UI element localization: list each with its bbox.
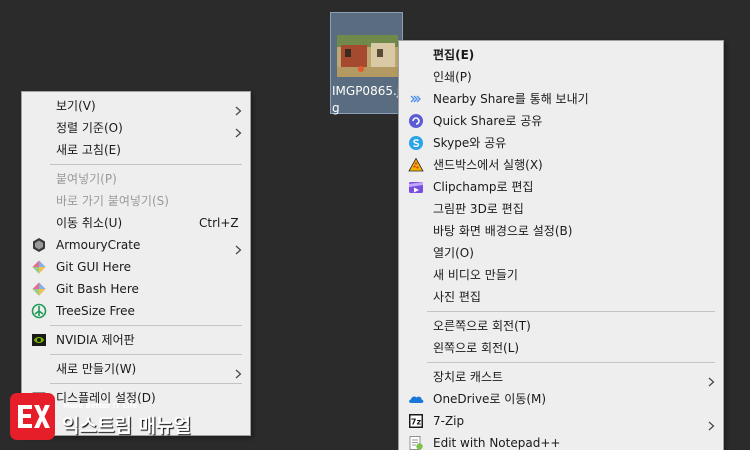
- notepadpp-icon: [408, 435, 424, 450]
- menu-item-label: 이동 취소(U): [56, 216, 123, 230]
- menu-item-label: 장치로 캐스트: [433, 370, 504, 384]
- menu-item-clipchamp로-편집[interactable]: Clipchamp로 편집: [399, 176, 723, 198]
- menu-item-label: OneDrive로 이동(M): [433, 392, 547, 406]
- menu-item-nvidia-제어판[interactable]: NVIDIA 제어판: [22, 329, 250, 351]
- chevron-right-icon: [235, 101, 242, 116]
- menu-item-정렬-기준[interactable]: 정렬 기준(O): [22, 117, 250, 139]
- menu-item-label: 샌드박스에서 실행(X): [433, 158, 543, 172]
- menu-item-보기[interactable]: 보기(V): [22, 95, 250, 117]
- menu-item-새-비디오-만들기[interactable]: 새 비디오 만들기: [399, 264, 723, 286]
- file-context-menu: 편집(E) 인쇄(P) Nearby Share를 통해 보내기 Quick Shar…: [398, 40, 724, 450]
- svg-text:7z: 7z: [411, 418, 422, 427]
- logo-name: 익스트림 매뉴얼: [62, 415, 191, 437]
- armoury-crate-icon: [31, 237, 47, 253]
- menu-item-샌드박스에서-실행[interactable]: 샌드박스에서 실행(X): [399, 154, 723, 176]
- 7zip-icon: 7z: [408, 413, 424, 429]
- menu-item-label: 바로 가기 붙여넣기(S): [56, 194, 169, 208]
- chevron-right-icon: [235, 364, 242, 379]
- menu-item-label: TreeSize Free: [56, 304, 135, 318]
- chevron-right-icon: [708, 372, 715, 387]
- menu-item-새로-만들기[interactable]: 새로 만들기(W): [22, 358, 250, 380]
- menu-item-사진-편집[interactable]: 사진 편집: [399, 286, 723, 308]
- menu-item-label: Clipchamp로 편집: [433, 180, 534, 194]
- logo-tagline: More Better IT Life: [63, 402, 138, 410]
- logo-badge-icon: [10, 393, 55, 440]
- menu-item-git-gui-here[interactable]: Git GUI Here: [22, 256, 250, 278]
- menu-item-label: 붙여넣기(P): [56, 172, 117, 186]
- menu-item-label: 사진 편집: [433, 290, 481, 304]
- menu-separator: [427, 362, 715, 363]
- menu-separator: [50, 325, 242, 326]
- skype-icon: [408, 135, 424, 151]
- menu-item-label: 보기(V): [56, 99, 96, 113]
- menu-item-skype와-공유[interactable]: Skype와 공유: [399, 132, 723, 154]
- menu-item-label: Skype와 공유: [433, 136, 507, 150]
- menu-item-편집[interactable]: 편집(E): [399, 44, 723, 66]
- menu-item-nearby-share를-통해-보내기[interactable]: Nearby Share를 통해 보내기: [399, 88, 723, 110]
- menu-item-label: Nearby Share를 통해 보내기: [433, 92, 589, 106]
- menu-separator: [50, 354, 242, 355]
- onedrive-icon: [408, 391, 424, 407]
- menu-item-label: 7-Zip: [433, 414, 465, 428]
- git-icon: [31, 281, 47, 297]
- nvidia-icon: [31, 332, 47, 348]
- menu-item-인쇄[interactable]: 인쇄(P): [399, 66, 723, 88]
- menu-item-label: Edit with Notepad++: [433, 436, 561, 450]
- menu-item-왼쪽으로-회전[interactable]: 왼쪽으로 회전(L): [399, 337, 723, 359]
- nearby-share-icon: [408, 91, 424, 107]
- quick-share-icon: [408, 113, 424, 129]
- clipchamp-icon: [408, 179, 424, 195]
- menu-item-label: 새 비디오 만들기: [433, 268, 518, 282]
- image-thumbnail: [337, 35, 398, 77]
- menu-item-label: Git Bash Here: [56, 282, 139, 296]
- menu-item-label: ArmouryCrate: [56, 238, 141, 252]
- menu-item-label: Quick Share로 공유: [433, 114, 543, 128]
- menu-separator: [427, 311, 715, 312]
- chevron-right-icon: [235, 240, 242, 255]
- menu-item-장치로-캐스트[interactable]: 장치로 캐스트: [399, 366, 723, 388]
- menu-separator: [50, 383, 242, 384]
- menu-item-label: 왼쪽으로 회전(L): [433, 341, 520, 355]
- menu-item-label: NVIDIA 제어판: [56, 333, 135, 347]
- menu-item-label: 정렬 기준(O): [56, 121, 123, 135]
- menu-item-label: 편집(E): [433, 48, 475, 62]
- menu-item-이동-취소[interactable]: 이동 취소(U) Ctrl+Z: [22, 212, 250, 234]
- menu-item-label: 오른쪽으로 회전(T): [433, 319, 531, 333]
- menu-item-오른쪽으로-회전[interactable]: 오른쪽으로 회전(T): [399, 315, 723, 337]
- menu-item-label: 열기(O): [433, 246, 474, 260]
- menu-item-armourycrate[interactable]: ArmouryCrate: [22, 234, 250, 256]
- menu-item-treesize-free[interactable]: TreeSize Free: [22, 300, 250, 322]
- menu-item-label: 새로 만들기(W): [56, 362, 137, 376]
- sandbox-icon: [408, 157, 424, 173]
- menu-item-onedrive로-이동[interactable]: OneDrive로 이동(M): [399, 388, 723, 410]
- desktop-context-menu: 보기(V) 정렬 기준(O) 새로 고침(E) 붙여넣기(P) 바로 가기 붙여넣기(S…: [21, 91, 251, 436]
- treesize-icon: [31, 303, 47, 319]
- chevron-right-icon: [235, 123, 242, 138]
- menu-item-새로-고침[interactable]: 새로 고침(E): [22, 139, 250, 161]
- menu-separator: [50, 164, 242, 165]
- menu-item-label: Git GUI Here: [56, 260, 132, 274]
- menu-item-shortcut: Ctrl+Z: [199, 216, 239, 230]
- git-icon: [31, 259, 47, 275]
- menu-item-바탕-화면-배경으로-설정[interactable]: 바탕 화면 배경으로 설정(B): [399, 220, 723, 242]
- menu-item-git-bash-here[interactable]: Git Bash Here: [22, 278, 250, 300]
- menu-item-바로-가기-붙여넣기: 바로 가기 붙여넣기(S): [22, 190, 250, 212]
- chevron-right-icon: [708, 416, 715, 431]
- file-icon-selected[interactable]: IMGP0865.jpg: [330, 12, 408, 115]
- menu-item-quick-share로-공유[interactable]: Quick Share로 공유: [399, 110, 723, 132]
- menu-item-그림판-3d로-편집[interactable]: 그림판 3D로 편집: [399, 198, 723, 220]
- menu-item-붙여넣기: 붙여넣기(P): [22, 168, 250, 190]
- menu-item-열기[interactable]: 열기(O): [399, 242, 723, 264]
- menu-item-7-zip[interactable]: 7z 7-Zip: [399, 410, 723, 432]
- menu-item-label: 인쇄(P): [433, 70, 472, 84]
- menu-item-label: 새로 고침(E): [56, 143, 121, 157]
- menu-item-label: 그림판 3D로 편집: [433, 202, 524, 216]
- menu-item-label: 바탕 화면 배경으로 설정(B): [433, 224, 573, 238]
- menu-item-edit-with-notepad[interactable]: Edit with Notepad++: [399, 432, 723, 450]
